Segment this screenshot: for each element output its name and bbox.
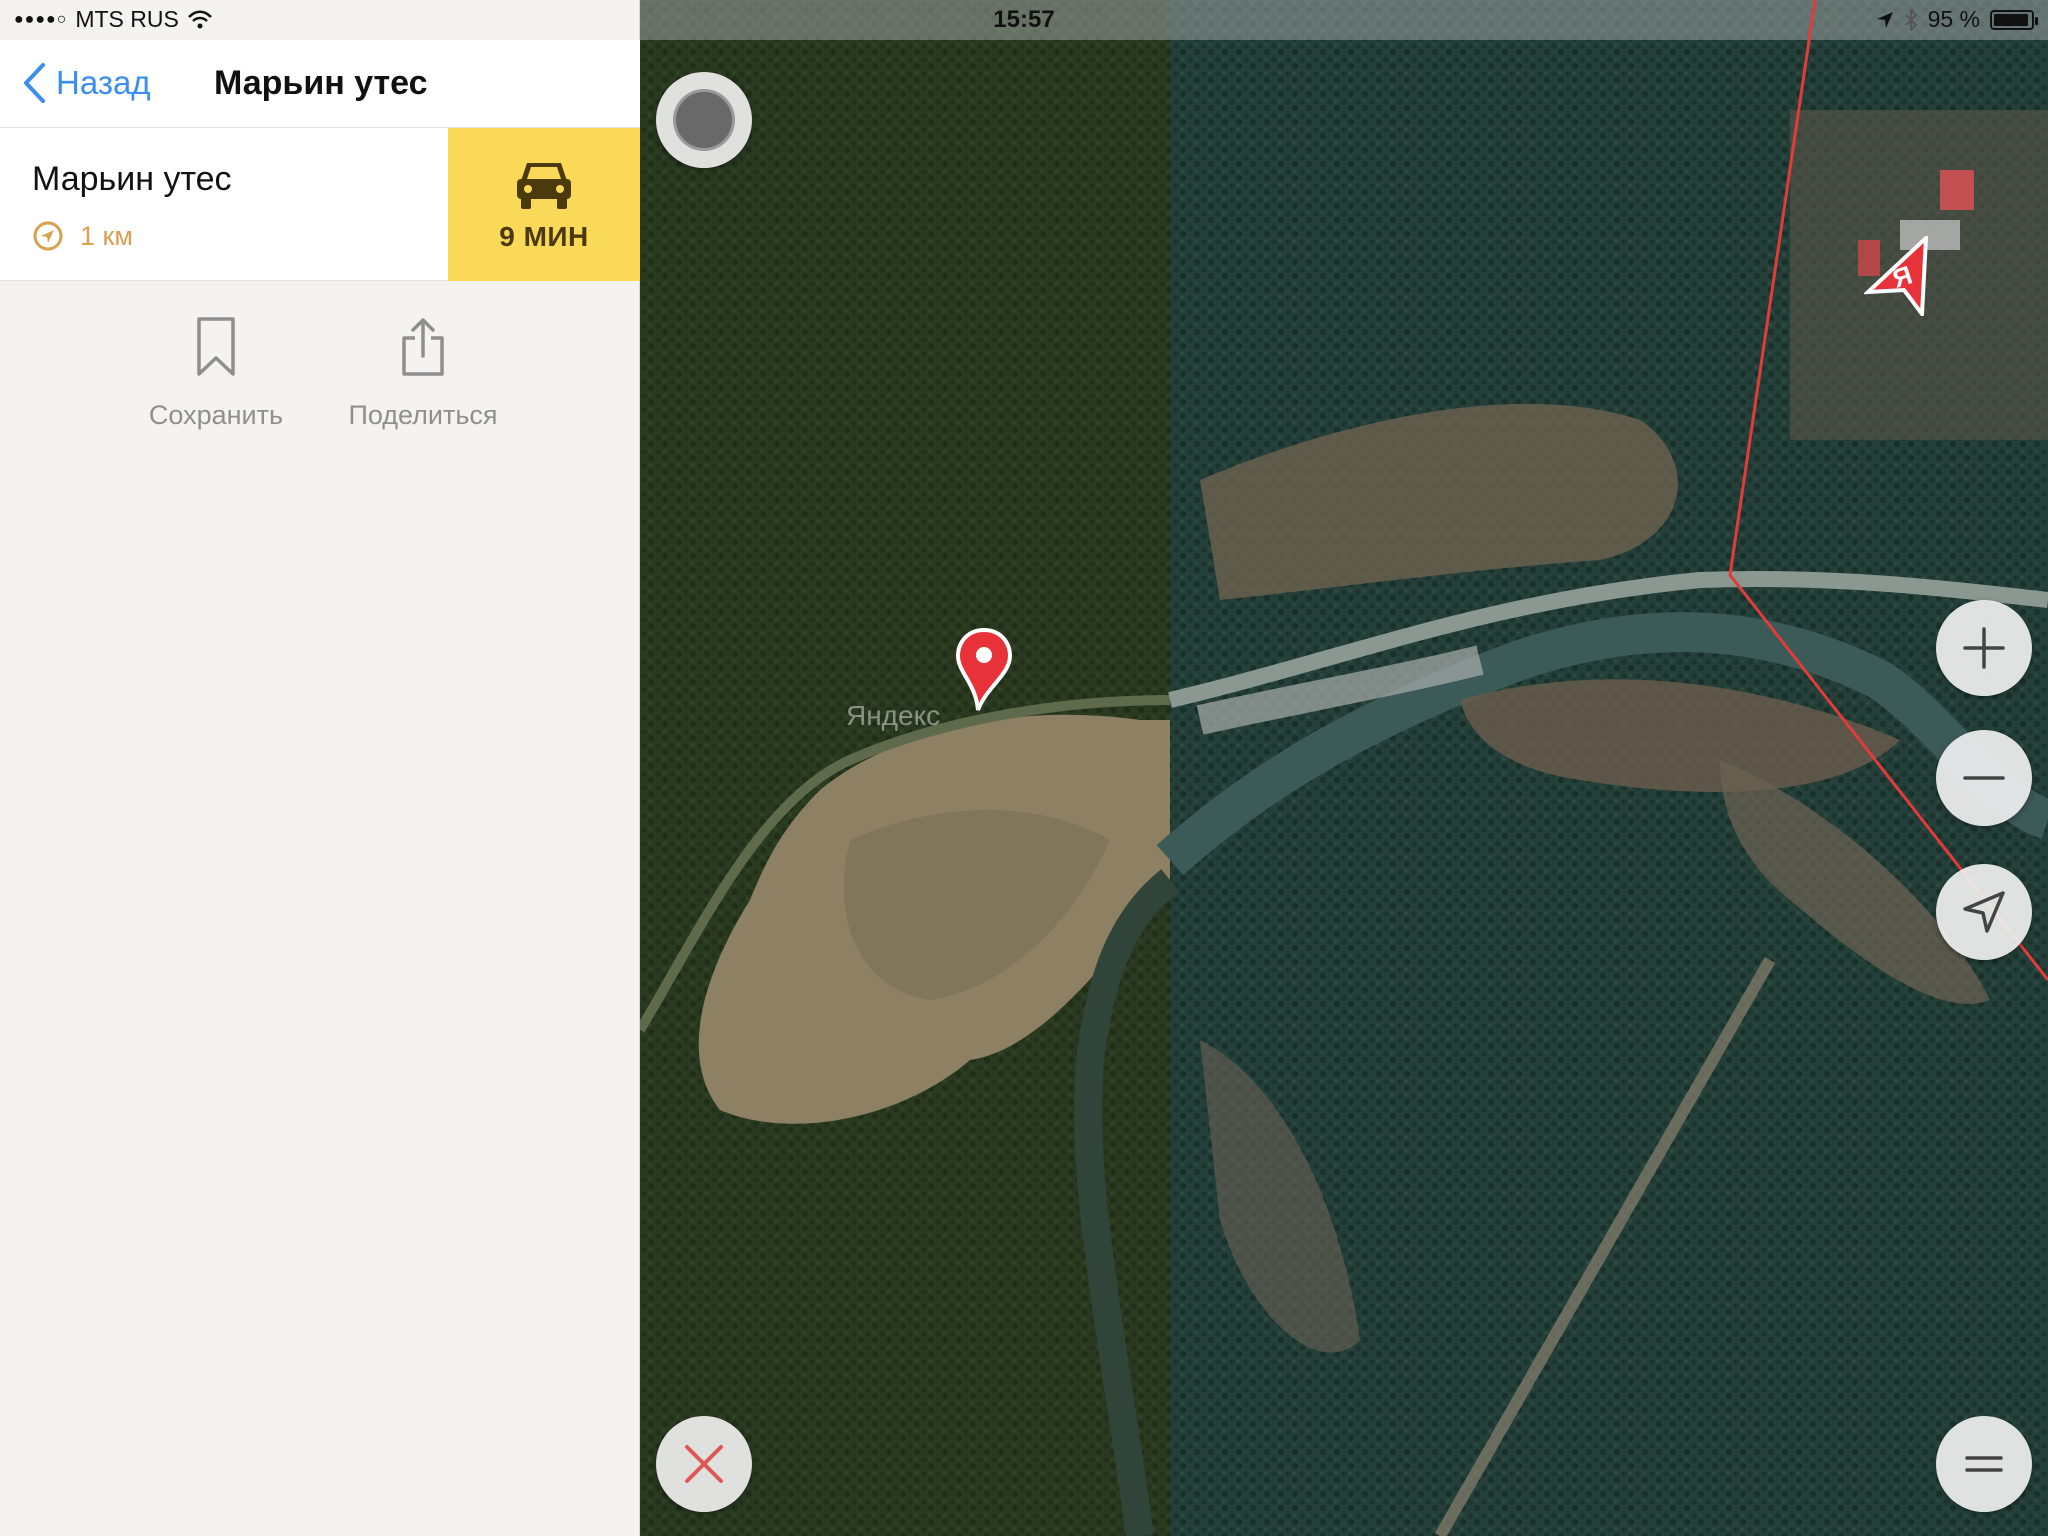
distance-value: 1 км xyxy=(80,220,133,251)
plus-icon xyxy=(1963,627,2005,669)
bluetooth-icon xyxy=(1904,8,1917,31)
back-button[interactable]: Назад xyxy=(22,62,151,104)
satellite-imagery xyxy=(640,0,2048,1536)
battery-icon xyxy=(1990,9,2038,30)
layers-button[interactable] xyxy=(656,72,752,168)
action-bar: Сохранить Поделиться xyxy=(0,316,640,456)
place-card[interactable]: Марьин утес 1 км 9 МИН xyxy=(0,128,640,281)
locate-me-button[interactable] xyxy=(1936,864,2032,960)
navigation-arrow-icon xyxy=(33,221,63,251)
map-view[interactable]: Яндекс Я xyxy=(640,0,2048,1536)
chevron-left-icon xyxy=(24,63,45,103)
clock: 15:57 xyxy=(993,6,1055,33)
place-panel: Назад Марьин утес Марьин утес 1 км 9 МИН xyxy=(0,0,640,1536)
place-name: Марьин утес xyxy=(32,160,232,198)
close-icon xyxy=(685,1445,723,1483)
place-pin-icon xyxy=(956,628,1012,711)
layers-icon xyxy=(673,89,735,151)
status-bar: ●●●●○ MTS RUS 15:57 95 % xyxy=(0,0,2048,40)
nav-bar: Назад Марьин утес xyxy=(0,40,640,128)
zoom-out-button[interactable] xyxy=(1936,730,2032,826)
save-button[interactable]: Сохранить xyxy=(121,316,311,431)
page-title: Марьин утес xyxy=(214,64,428,102)
save-label: Сохранить xyxy=(148,400,284,430)
my-location-marker: Я xyxy=(1862,233,1934,320)
share-icon xyxy=(402,318,444,376)
car-icon xyxy=(517,162,571,209)
close-button[interactable] xyxy=(656,1416,752,1512)
menu-button[interactable] xyxy=(1936,1416,2032,1512)
share-label: Поделиться xyxy=(348,400,498,430)
route-button[interactable]: 9 МИН xyxy=(448,128,640,281)
location-arrow-icon xyxy=(1963,891,2005,933)
map-watermark: Яндекс xyxy=(846,700,941,731)
bookmark-icon xyxy=(197,317,235,376)
menu-icon xyxy=(1965,1456,2003,1472)
system-indicators: 95 % xyxy=(1876,6,2038,33)
distance-info: 1 км xyxy=(32,220,133,252)
battery-percent: 95 % xyxy=(1927,6,1980,32)
minus-icon xyxy=(1963,776,2005,780)
zoom-in-button[interactable] xyxy=(1936,600,2032,696)
share-button[interactable]: Поделиться xyxy=(328,316,518,431)
route-time: 9 МИН xyxy=(499,220,589,252)
back-label: Назад xyxy=(56,64,151,101)
location-services-icon xyxy=(1876,11,1893,28)
